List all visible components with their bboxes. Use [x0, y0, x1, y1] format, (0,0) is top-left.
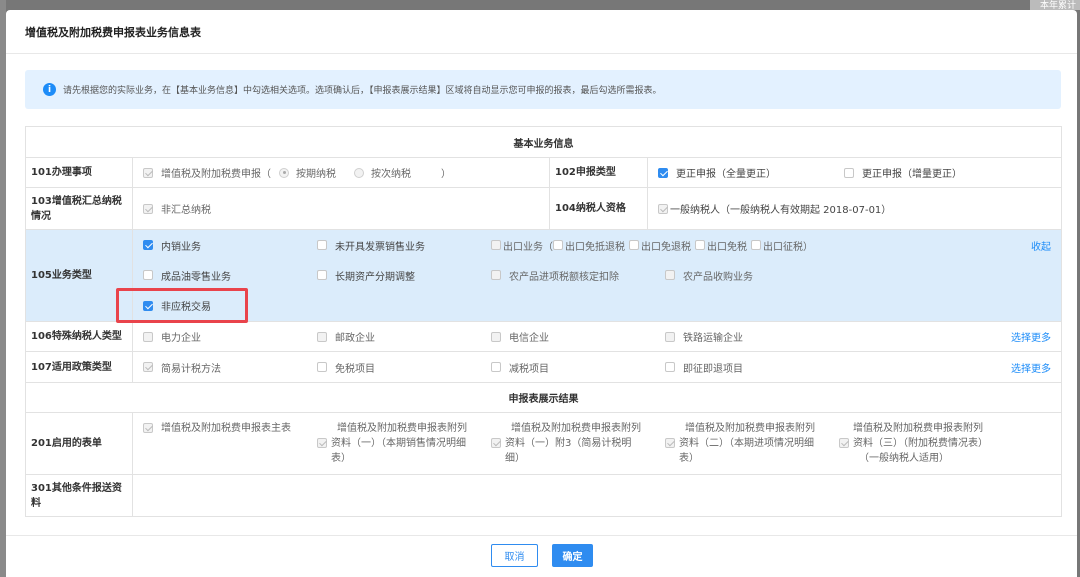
per-time-tax-radio[interactable] [354, 167, 364, 178]
full-correction-checkbox[interactable] [658, 167, 668, 178]
row-104-value: 一般纳税人（一般纳税人有效期起 2018-07-01） [647, 187, 1062, 230]
row-101-label: 101办理事项 [25, 157, 133, 188]
uninvoiced-sales-checkbox[interactable] [317, 240, 327, 250]
general-taxpayer-checkbox[interactable] [658, 203, 668, 214]
row-201-label: 201启用的表单 [25, 412, 133, 475]
vat-declaration-checkbox[interactable] [143, 167, 153, 178]
select-more-107-link[interactable]: 选择更多 [1011, 360, 1051, 375]
railway-enterprise-checkbox[interactable] [665, 331, 675, 342]
export-business-checkbox[interactable] [491, 240, 501, 250]
row-301-label: 301其他条件报送资料 [25, 474, 133, 517]
export-exempt-refund-checkbox[interactable] [629, 240, 639, 250]
postal-enterprise-checkbox[interactable] [317, 331, 327, 342]
row-107-value: 简易计税方法 免税项目 减税项目 即征即退项目 选择更多 [132, 351, 1062, 383]
tax-exempt-checkbox[interactable] [317, 362, 327, 372]
confirm-button[interactable]: 确定 [552, 544, 593, 567]
export-levy-checkbox[interactable] [751, 240, 761, 250]
row-103-label: 103增值税汇总纳税情况 [25, 187, 133, 230]
periodic-tax-radio[interactable] [279, 167, 289, 178]
schedule-1-checkbox[interactable] [317, 438, 327, 448]
cancel-button[interactable]: 取消 [491, 544, 538, 567]
export-refund-checkbox[interactable] [553, 240, 563, 250]
row-106-value: 电力企业 邮政企业 电信企业 铁路运输企业 选择更多 [132, 321, 1062, 352]
dialog-footer-divider [6, 535, 1077, 536]
simplified-tax-checkbox[interactable] [143, 362, 153, 372]
notice-text: 请先根据您的实际业务，在【基本业务信息】中勾选相关选项。选项确认后，【申报表展示… [63, 86, 662, 96]
export-exempt-checkbox[interactable] [695, 240, 705, 250]
dialog-title: 增值税及附加税费申报表业务信息表 [25, 25, 201, 39]
section-basic-info: 基本业务信息 [25, 126, 1062, 158]
background-tab: 本年累计 [1030, 0, 1080, 11]
collapse-link[interactable]: 收起 [1031, 238, 1051, 253]
incremental-correction-checkbox[interactable] [844, 167, 854, 178]
agri-purchase-checkbox[interactable] [665, 270, 675, 280]
row-103-value: 非汇总纳税 [132, 187, 550, 230]
telecom-enterprise-checkbox[interactable] [491, 331, 501, 342]
row-107-label: 107适用政策类型 [25, 351, 133, 383]
domestic-sales-checkbox[interactable] [143, 240, 153, 250]
power-enterprise-checkbox[interactable] [143, 331, 153, 342]
tax-reduction-checkbox[interactable] [491, 362, 501, 372]
row-106-label: 106特殊纳税人类型 [25, 321, 133, 352]
fuel-retail-checkbox[interactable] [143, 270, 153, 280]
schedule-2-checkbox[interactable] [665, 438, 675, 448]
row-102-value: 更正申报（全量更正） 更正申报（增量更正） [647, 157, 1062, 188]
section-result: 申报表展示结果 [25, 382, 1062, 413]
business-info-dialog: 增值税及附加税费申报表业务信息表 i 请先根据您的实际业务，在【基本业务信息】中… [6, 10, 1077, 577]
long-term-asset-checkbox[interactable] [317, 270, 327, 280]
non-consolidated-checkbox[interactable] [143, 203, 153, 214]
highlight-annotation-box [116, 288, 248, 323]
row-301-value [132, 474, 1062, 517]
main-form-checkbox[interactable] [143, 423, 153, 433]
dialog-header: 增值税及附加税费申报表业务信息表 [6, 10, 1077, 54]
row-102-label: 102申报类型 [549, 157, 648, 188]
row-104-label: 104纳税人资格 [549, 187, 648, 230]
row-105-value: 内销业务 未开具发票销售业务 出口业务（ 出口免抵退税 出口免退税 出口免税 出… [132, 229, 1062, 322]
schedule-3-checkbox[interactable] [839, 438, 849, 448]
row-201-value: 增值税及附加税费申报表主表 增值税及附加税费申报表附列 资料（一）（本期销售情况… [132, 412, 1062, 475]
info-notice: i 请先根据您的实际业务，在【基本业务信息】中勾选相关选项。选项确认后，【申报表… [25, 70, 1061, 109]
row-101-value: 增值税及附加税费申报（ 按期纳税 按次纳税 ） [132, 157, 550, 188]
schedule-1-attach-3-checkbox[interactable] [491, 438, 501, 448]
immediate-refund-checkbox[interactable] [665, 362, 675, 372]
info-icon: i [43, 83, 56, 96]
select-more-106-link[interactable]: 选择更多 [1011, 329, 1051, 344]
agri-input-deduction-checkbox[interactable] [491, 270, 501, 280]
